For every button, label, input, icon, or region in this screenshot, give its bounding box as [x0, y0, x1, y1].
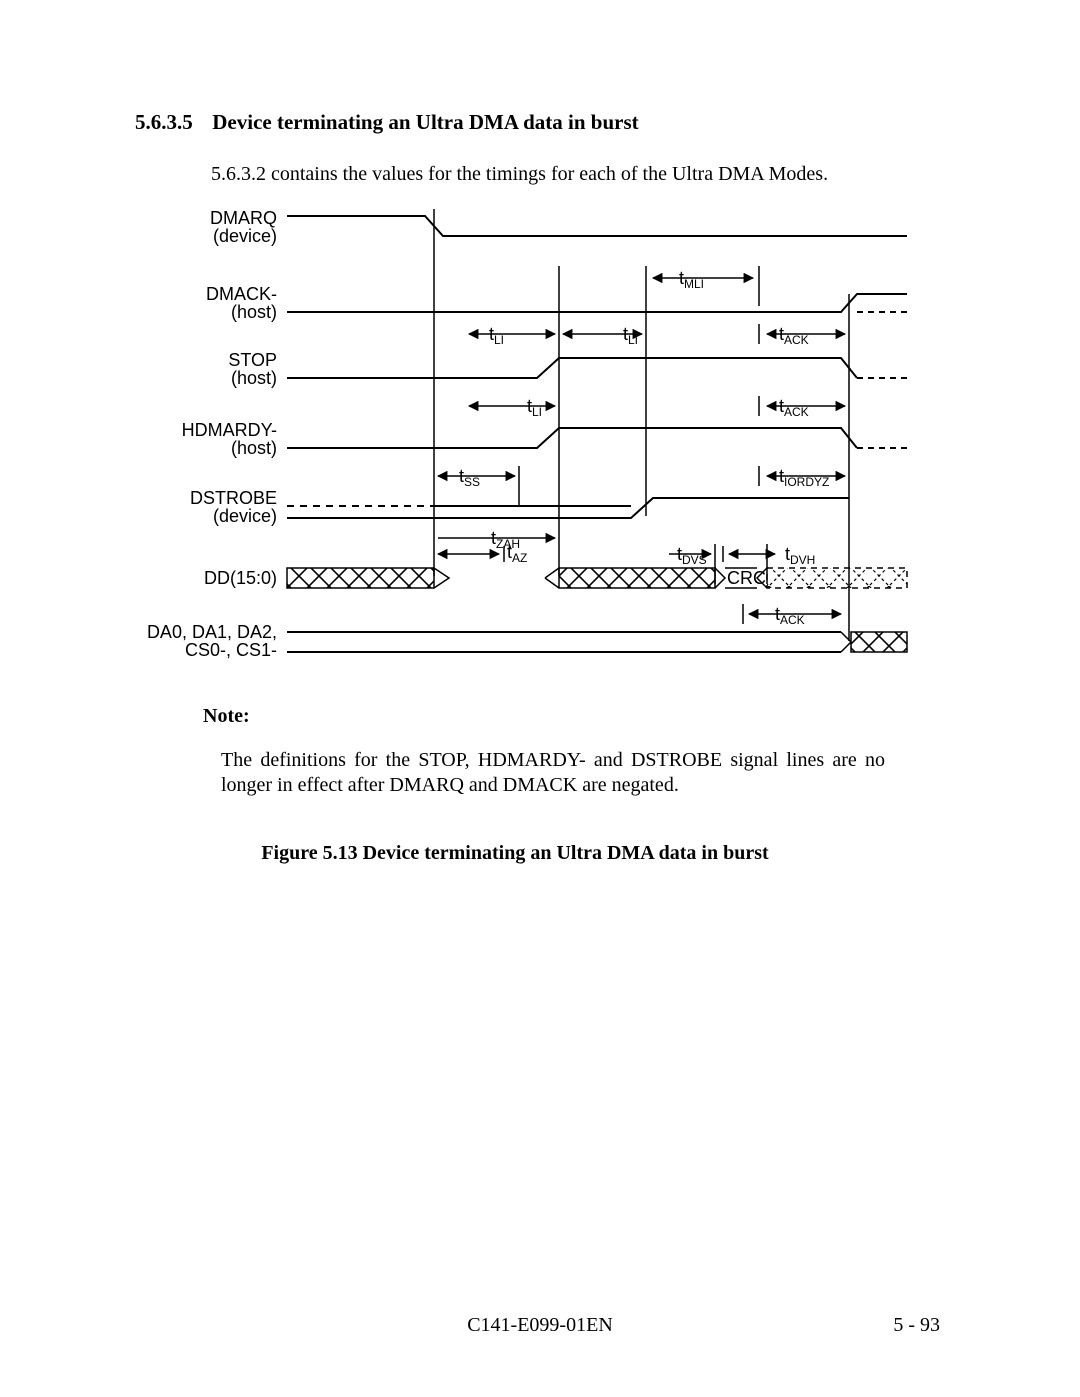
svg-text:IORDYZ: IORDYZ	[784, 475, 829, 489]
svg-text:DVH: DVH	[790, 553, 815, 567]
svg-text:AZ: AZ	[512, 551, 527, 565]
svg-text:ACK: ACK	[784, 405, 809, 419]
signal-role-dstrobe: (device)	[213, 506, 277, 526]
svg-text:MLI: MLI	[684, 277, 704, 291]
note-body: The definitions for the STOP, HDMARDY- a…	[221, 748, 885, 798]
intro-paragraph: 5.6.3.2 contains the values for the timi…	[211, 163, 935, 186]
signal-label-dmarq: DMARQ	[210, 208, 277, 228]
timing-tMLI: tMLI	[653, 268, 753, 291]
section-number: 5.6.3.5	[135, 110, 207, 135]
svg-text:SS: SS	[464, 475, 480, 489]
svg-text:DVS: DVS	[682, 553, 707, 567]
dd-bus: CRC	[287, 568, 907, 588]
signal-label-dstrobe: DSTROBE	[190, 488, 277, 508]
section-title: Device terminating an Ultra DMA data in …	[212, 110, 638, 134]
signal-label-dd: DD(15:0)	[204, 568, 277, 588]
svg-text:LI: LI	[628, 333, 638, 347]
timing-row-stop: tLI tLI tACK	[469, 324, 845, 347]
signal-label-stop: STOP	[228, 350, 277, 370]
section-heading: 5.6.3.5 Device terminating an Ultra DMA …	[135, 110, 935, 135]
footer-pagenum: 5 - 93	[893, 1314, 940, 1337]
signal-label-dmack: DMACK-	[206, 284, 277, 304]
signal-role-dmack: (host)	[231, 302, 277, 322]
svg-text:LI: LI	[532, 405, 542, 419]
note-label: Note:	[203, 705, 935, 728]
svg-text:CRC: CRC	[727, 568, 766, 588]
signal-label-addr1: DA0, DA1, DA2,	[147, 622, 277, 642]
svg-text:ACK: ACK	[780, 613, 805, 627]
timing-row-hdmardy: tLI tACK	[469, 396, 845, 419]
svg-text:ACK: ACK	[784, 333, 809, 347]
timing-diagram: DMARQ (device) tMLI DMACK- (host) tLI tL…	[129, 206, 935, 671]
figure-caption: Figure 5.13 Device terminating an Ultra …	[135, 842, 895, 865]
signal-role-hdmardy: (host)	[231, 438, 277, 458]
svg-text:LI: LI	[494, 333, 504, 347]
timing-row-dstrobe: tSS tIORDYZ	[438, 466, 845, 506]
timing-row-addr: tACK	[743, 604, 841, 627]
signal-role-dmarq: (device)	[213, 226, 277, 246]
signal-role-stop: (host)	[231, 368, 277, 388]
signal-label-addr2: CS0-, CS1-	[185, 640, 277, 660]
signal-label-hdmardy: HDMARDY-	[182, 420, 277, 440]
